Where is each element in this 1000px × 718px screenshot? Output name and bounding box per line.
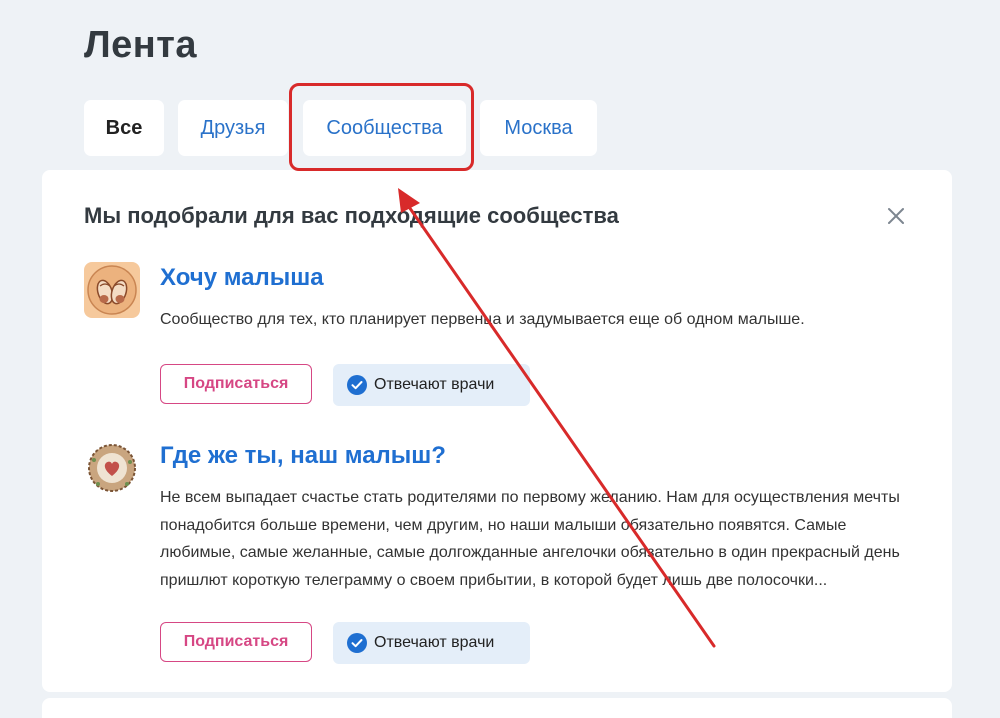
doctors-answer-badge: Отвечают врачи [333,364,530,406]
baby-shoes-icon [84,262,140,318]
avatar[interactable] [84,440,140,496]
subscribe-button[interactable]: Подписаться [160,622,312,662]
close-icon[interactable] [887,207,905,225]
tab-all[interactable]: Все [84,100,164,156]
tab-friends[interactable]: Друзья [178,100,288,156]
community-description: Не всем выпадает счастье стать родителям… [160,489,900,589]
check-circle-icon [347,633,367,653]
tab-moscow[interactable]: Москва [480,100,597,156]
community-name[interactable]: Хочу малыша [160,264,324,292]
community-name[interactable]: Где же ты, наш малыш? [160,442,446,470]
subscribe-button[interactable]: Подписаться [160,364,312,404]
recommendations-title: Мы подобрали для вас подходящие сообщест… [84,203,619,228]
heart-nest-icon [84,440,140,496]
page-title: Лента [84,24,197,66]
tab-communities[interactable]: Сообщества [303,100,466,156]
avatar[interactable] [84,262,140,318]
badge-label: Отвечают врачи [374,376,495,393]
badge-label: Отвечают врачи [374,634,495,651]
check-circle-icon [347,375,367,395]
doctors-answer-badge: Отвечают врачи [333,622,530,664]
next-card-edge [42,698,952,718]
recommendations-card: Мы подобрали для вас подходящие сообщест… [42,170,952,692]
community-description: Сообщество для тех, кто планирует первен… [160,311,805,328]
